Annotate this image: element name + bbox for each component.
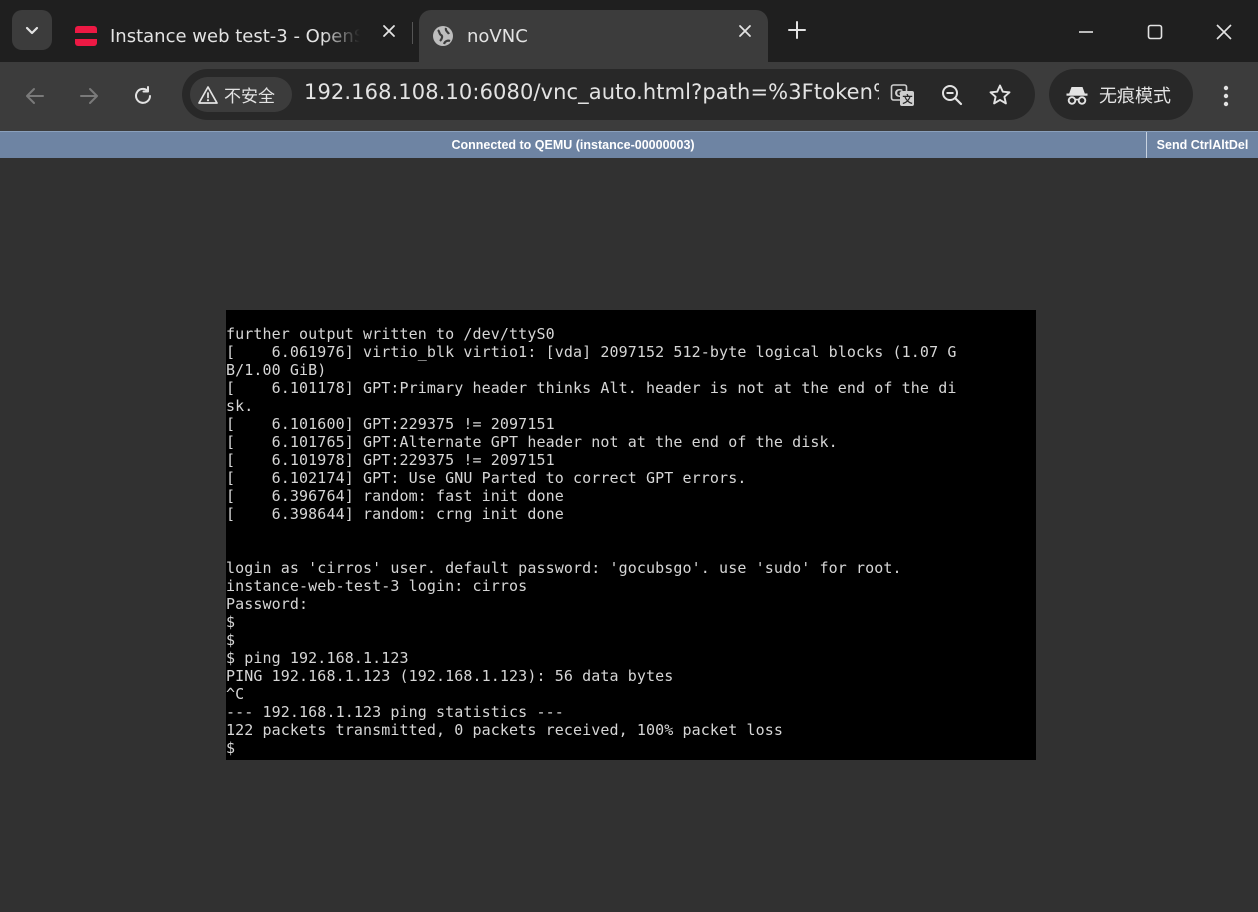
terminal-line: [ 6.101178] GPT:Primary header thinks Al… [226,379,957,397]
tab-title: noVNC [467,25,528,47]
close-icon[interactable] [736,22,754,40]
terminal-line: Password: [226,595,309,613]
terminal-line: [ 6.101978] GPT:229375 != 2097151 [226,451,555,469]
incognito-chip[interactable]: 无痕模式 [1049,69,1193,120]
tab-title: Instance web test-3 - OpenStack Dashboar… [110,25,360,47]
minimize-icon [1079,31,1093,33]
url-text[interactable]: 192.168.108.10:6080/vnc_auto.html?path=%… [304,80,879,104]
close-icon [1216,24,1232,40]
incognito-label: 无痕模式 [1099,85,1171,107]
back-arrow-icon [26,88,44,104]
reload-button[interactable] [125,78,161,114]
vnc-viewport: further output written to /dev/ttyS0[ 6.… [0,158,1258,912]
terminal-line: B/1.00 GiB) [226,361,327,379]
connection-status: Connected to QEMU (instance-00000003) [451,138,695,152]
security-label: 不安全 [224,87,275,107]
terminal-line: $ [226,631,236,649]
zoom-button[interactable] [938,81,966,109]
tab-search-button[interactable] [12,10,52,50]
plus-icon [788,21,806,39]
svg-text:文: 文 [903,93,914,106]
translate-button[interactable]: G 文 [889,81,917,109]
terminal-line: $ [226,739,236,757]
address-bar[interactable]: 不安全 192.168.108.10:6080/vnc_auto.html?pa… [182,69,1035,120]
terminal-line: [ 6.396764] random: fast init done [226,487,564,505]
incognito-icon [1066,86,1088,105]
more-vert-icon [1223,85,1229,107]
minimize-button[interactable] [1068,14,1104,50]
security-chip[interactable]: 不安全 [190,77,292,112]
terminal-line: [ 6.398644] random: crng init done [226,505,564,523]
maximize-button[interactable] [1137,14,1173,50]
vnc-screen[interactable]: further output written to /dev/ttyS0[ 6.… [226,310,1036,760]
terminal-line: [ 6.102174] GPT: Use GNU Parted to corre… [226,469,747,487]
tab-strip: Instance web test-3 - OpenStack Dashboar… [0,0,1258,62]
new-tab-button[interactable] [782,14,812,46]
terminal-line: ^C [226,685,245,703]
terminal-line: $ [226,613,236,631]
maximize-icon [1147,24,1163,40]
terminal-line: login as 'cirros' user. default password… [226,559,902,577]
terminal-line: 122 packets transmitted, 0 packets recei… [226,721,783,739]
bookmark-button[interactable] [986,81,1014,109]
warning-icon [198,85,218,104]
vnc-status-bar: Connected to QEMU (instance-00000003) Se… [0,131,1258,158]
browser-toolbar: 不安全 192.168.108.10:6080/vnc_auto.html?pa… [0,62,1258,131]
terminal-line: [ 6.061976] virtio_blk virtio1: [vda] 20… [226,343,957,361]
terminal-line: instance-web-test-3 login: cirros [226,577,528,595]
send-ctrl-alt-del-button[interactable]: Send CtrlAltDel [1146,132,1258,158]
forward-arrow-icon [80,88,98,104]
globe-icon [433,26,453,46]
tab-separator [412,22,413,44]
zoom-out-icon [942,85,963,106]
star-icon [989,84,1011,105]
tab-novnc[interactable]: noVNC [419,10,768,62]
terminal-line: further output written to /dev/ttyS0 [226,325,555,343]
terminal-line: --- 192.168.1.123 ping statistics --- [226,703,564,721]
close-icon[interactable] [380,22,398,40]
browser-menu-button[interactable] [1210,78,1242,114]
terminal-line: PING 192.168.1.123 (192.168.1.123): 56 d… [226,667,674,685]
terminal-line: [ 6.101600] GPT:229375 != 2097151 [226,415,555,433]
close-window-button[interactable] [1206,14,1242,50]
terminal-line: sk. [226,397,254,415]
back-button[interactable] [17,78,53,114]
forward-button[interactable] [71,78,107,114]
reload-icon [135,86,151,104]
openstack-logo-icon [75,26,97,46]
terminal-line: $ ping 192.168.1.123 [226,649,409,667]
terminal-console[interactable]: further output written to /dev/ttyS0[ 6.… [226,310,1036,757]
translate-icon: G 文 [890,84,914,106]
terminal-line: [ 6.101765] GPT:Alternate GPT header not… [226,433,838,451]
tab-openstack[interactable]: Instance web test-3 - OpenStack Dashboar… [60,10,412,62]
chevron-down-icon [25,26,39,35]
